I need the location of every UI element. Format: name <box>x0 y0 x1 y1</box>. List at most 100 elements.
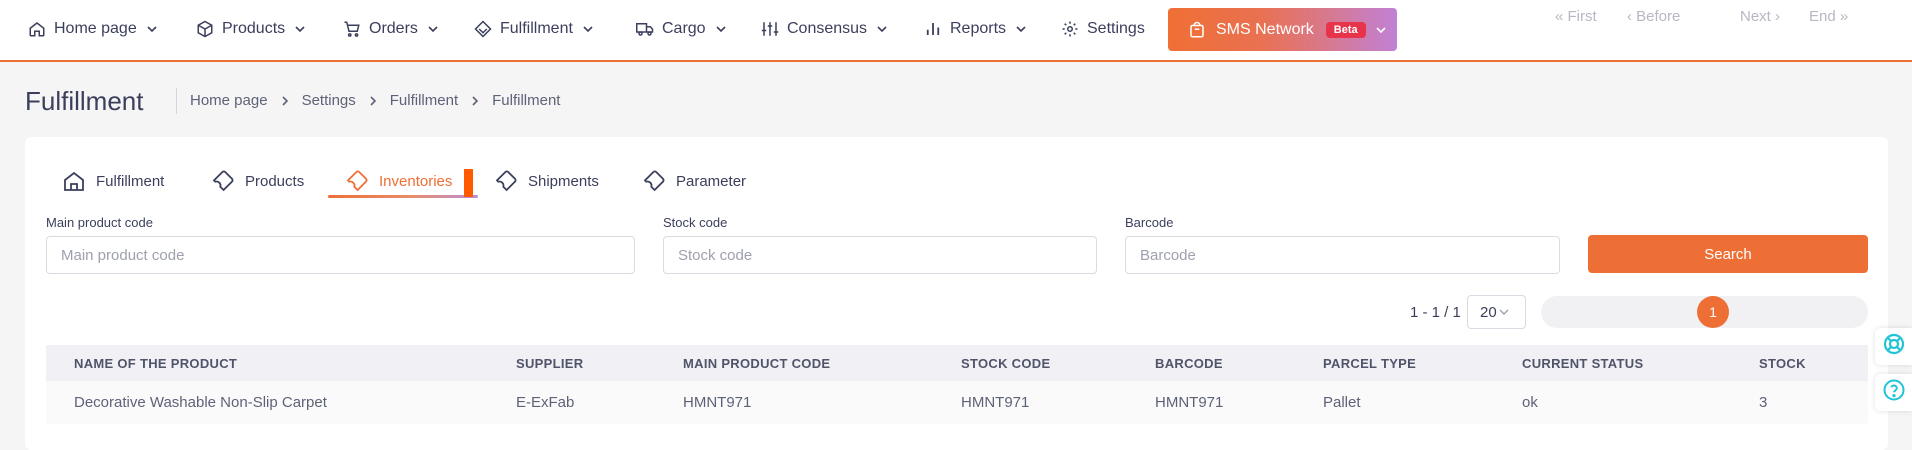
breadcrumb-home-page[interactable]: Home page <box>190 92 268 109</box>
tab-label: Parameter <box>676 172 747 190</box>
cell-barcode: HMNT971 <box>1155 394 1224 411</box>
tab-parameter[interactable]: Parameter <box>642 164 746 198</box>
next-page-button[interactable]: Next › <box>1740 8 1780 25</box>
page-title: Fulfillment <box>25 86 144 116</box>
breadcrumb-current: Fulfillment <box>492 92 561 109</box>
chevron-down-icon <box>1499 307 1509 317</box>
search-button[interactable]: Search <box>1588 235 1868 273</box>
chevron-down-icon <box>583 24 593 34</box>
previous-page-button[interactable]: ‹ Before <box>1627 8 1680 25</box>
column-header-parcel-type: PARCEL TYPE <box>1323 356 1417 371</box>
stack-icon <box>474 20 492 38</box>
nav-settings[interactable]: Settings <box>1061 14 1145 44</box>
help-button[interactable] <box>1875 374 1912 411</box>
top-navbar: Home page Products Orders Fulfillment Ca… <box>0 0 1912 62</box>
cell-parcel-type: Pallet <box>1323 394 1361 411</box>
column-header-main-product-code: MAIN PRODUCT CODE <box>683 356 831 371</box>
wrench-icon <box>494 169 518 193</box>
column-header-current-status: CURRENT STATUS <box>1522 356 1644 371</box>
chevron-right-icon <box>471 95 479 106</box>
chevron-right-icon <box>369 95 377 106</box>
nav-label: Home page <box>54 20 137 37</box>
cell-current-status: ok <box>1522 394 1538 411</box>
wrench-icon <box>345 169 369 193</box>
cell-product-name: Decorative Washable Non-Slip Carpet <box>74 394 327 411</box>
home-icon <box>62 169 86 193</box>
column-header-stock-code: STOCK CODE <box>961 356 1051 371</box>
nav-consensus[interactable]: Consensus <box>761 14 887 44</box>
cart-icon <box>343 20 361 38</box>
nav-cargo[interactable]: Cargo <box>636 14 726 44</box>
cell-main-product-code: HMNT971 <box>683 394 752 411</box>
nav-home-page[interactable]: Home page <box>28 14 157 44</box>
barcode-label: Barcode <box>1125 215 1174 230</box>
page-range: 1 - 1 / 1 <box>1410 304 1461 321</box>
nav-label: Settings <box>1087 20 1145 37</box>
breadcrumb-fulfillment[interactable]: Fulfillment <box>390 92 458 109</box>
chevron-down-icon <box>1016 24 1026 34</box>
tab-shipments[interactable]: Shipments <box>494 164 599 198</box>
first-page-button[interactable]: « First <box>1555 8 1597 25</box>
chevron-down-icon <box>1376 25 1386 35</box>
nav-products[interactable]: Products <box>196 14 305 44</box>
chevron-down-icon <box>877 24 887 34</box>
barcode-input[interactable] <box>1125 236 1560 274</box>
sms-network-label: SMS Network <box>1216 20 1314 38</box>
nav-label: Fulfillment <box>500 20 573 37</box>
page-size-select[interactable]: 20 <box>1467 295 1526 329</box>
cell-stock: 3 <box>1759 394 1768 411</box>
breadcrumb-settings[interactable]: Settings <box>302 92 356 109</box>
lifebuoy-icon <box>1882 332 1906 361</box>
bar-chart-icon <box>924 20 942 38</box>
nav-label: Consensus <box>787 20 868 37</box>
tab-label: Shipments <box>528 172 599 190</box>
column-header-stock: STOCK <box>1759 356 1806 371</box>
sliders-icon <box>761 20 779 38</box>
nav-label: Products <box>222 20 286 37</box>
chevron-down-icon <box>147 24 157 34</box>
bag-icon <box>1188 21 1206 39</box>
question-icon <box>1882 378 1906 407</box>
breadcrumb: Home page Settings Fulfillment Fulfillme… <box>190 92 560 109</box>
tab-fulfillment[interactable]: Fulfillment <box>62 164 164 198</box>
cell-stock-code: HMNT971 <box>961 394 1030 411</box>
nav-reports[interactable]: Reports <box>924 14 1026 44</box>
main-product-code-input[interactable] <box>46 236 635 274</box>
nav-label: Reports <box>950 20 1007 37</box>
tab-label: Inventories <box>379 172 453 190</box>
home-icon <box>28 20 46 38</box>
wrench-icon <box>642 169 666 193</box>
chevron-down-icon <box>428 24 438 34</box>
truck-icon <box>636 20 654 38</box>
column-header-supplier: SUPPLIER <box>516 356 584 371</box>
title-divider <box>176 88 177 114</box>
sms-network-button[interactable]: SMS Network Beta <box>1168 8 1397 51</box>
cell-supplier: E-ExFab <box>516 394 575 411</box>
tab-label: Products <box>245 172 305 190</box>
box-icon <box>196 20 214 38</box>
chevron-down-icon <box>716 24 726 34</box>
beta-badge: Beta <box>1325 21 1366 38</box>
column-header-barcode: BARCODE <box>1155 356 1223 371</box>
tab-inventories[interactable]: Inventories <box>345 164 452 198</box>
column-header-product-name: NAME OF THE PRODUCT <box>74 356 238 371</box>
chevron-down-icon <box>295 24 305 34</box>
nav-fulfillment[interactable]: Fulfillment <box>474 14 593 44</box>
tab-label: Fulfillment <box>96 172 165 190</box>
text-cursor-marker <box>464 169 473 197</box>
nav-label: Orders <box>369 20 418 37</box>
nav-orders[interactable]: Orders <box>343 14 438 44</box>
nav-label: Cargo <box>662 20 706 37</box>
wrench-icon <box>211 169 235 193</box>
stock-code-input[interactable] <box>663 236 1097 274</box>
active-tab-underline <box>328 195 478 198</box>
current-page-button[interactable]: 1 <box>1697 296 1729 328</box>
page-size-value: 20 <box>1480 303 1497 321</box>
stock-code-label: Stock code <box>663 215 728 230</box>
tab-products[interactable]: Products <box>211 164 304 198</box>
main-product-code-label: Main product code <box>46 215 153 230</box>
support-button[interactable] <box>1875 328 1912 365</box>
gear-icon <box>1061 20 1079 38</box>
chevron-right-icon <box>281 95 289 106</box>
last-page-button[interactable]: End » <box>1809 8 1848 25</box>
